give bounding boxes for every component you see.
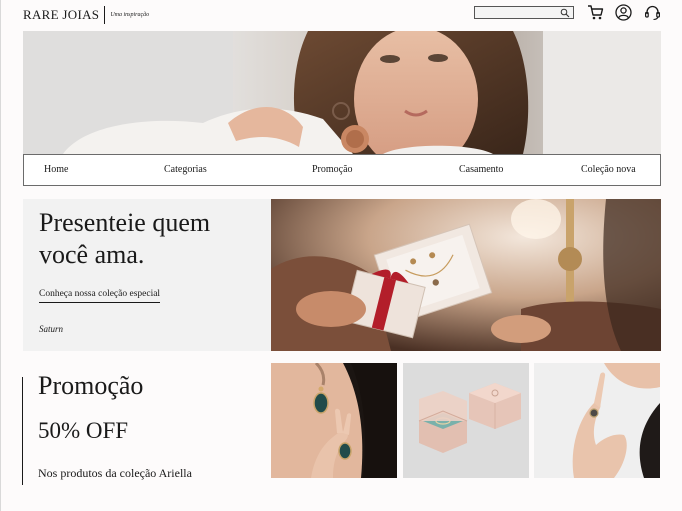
search-icon[interactable] bbox=[560, 8, 570, 18]
product-image-earring[interactable] bbox=[271, 363, 397, 478]
product-image-ring-box[interactable] bbox=[403, 363, 529, 478]
logo-divider bbox=[104, 6, 106, 24]
logo-text: RARE JOIAS bbox=[23, 7, 100, 22]
logo-tagline: Uma inspiração bbox=[110, 12, 150, 18]
gift-promo-panel: Presenteie quem você ama. Conheça nossa … bbox=[23, 199, 271, 351]
main-nav: Home Categorias Promoção Casamento Coleç… bbox=[23, 154, 661, 186]
sale-title: Promoção bbox=[38, 371, 144, 400]
header: RARE JOIAS Uma inspiração bbox=[0, 0, 682, 30]
special-collection-link[interactable]: Conheça nossa coleção especial bbox=[39, 289, 161, 303]
user-icon[interactable] bbox=[615, 4, 632, 21]
nav-item-colecao-nova[interactable]: Coleção nova bbox=[581, 164, 636, 175]
cart-icon[interactable] bbox=[587, 4, 604, 21]
nav-item-casamento[interactable]: Casamento bbox=[459, 164, 503, 175]
logo[interactable]: RARE JOIAS Uma inspiração bbox=[23, 5, 149, 25]
search-box[interactable] bbox=[474, 6, 574, 23]
nav-item-home[interactable]: Home bbox=[44, 164, 68, 175]
hero-banner-image bbox=[23, 31, 661, 154]
search-input[interactable] bbox=[475, 12, 565, 23]
support-headset-icon[interactable] bbox=[644, 4, 661, 21]
sale-accent-bar bbox=[22, 377, 23, 485]
gift-box-image[interactable] bbox=[271, 199, 661, 351]
gift-promo-brand: Saturn bbox=[39, 324, 64, 334]
sale-subtitle: Nos produtos da coleção Ariella bbox=[38, 466, 192, 480]
nav-item-categorias[interactable]: Categorias bbox=[164, 164, 207, 175]
page-border bbox=[0, 0, 1, 511]
gift-promo-title: Presenteie quem você ama. bbox=[39, 208, 211, 269]
nav-item-promocao[interactable]: Promoção bbox=[312, 164, 353, 175]
product-image-ring-hand[interactable] bbox=[534, 363, 660, 478]
sale-discount: 50% OFF bbox=[38, 418, 129, 443]
